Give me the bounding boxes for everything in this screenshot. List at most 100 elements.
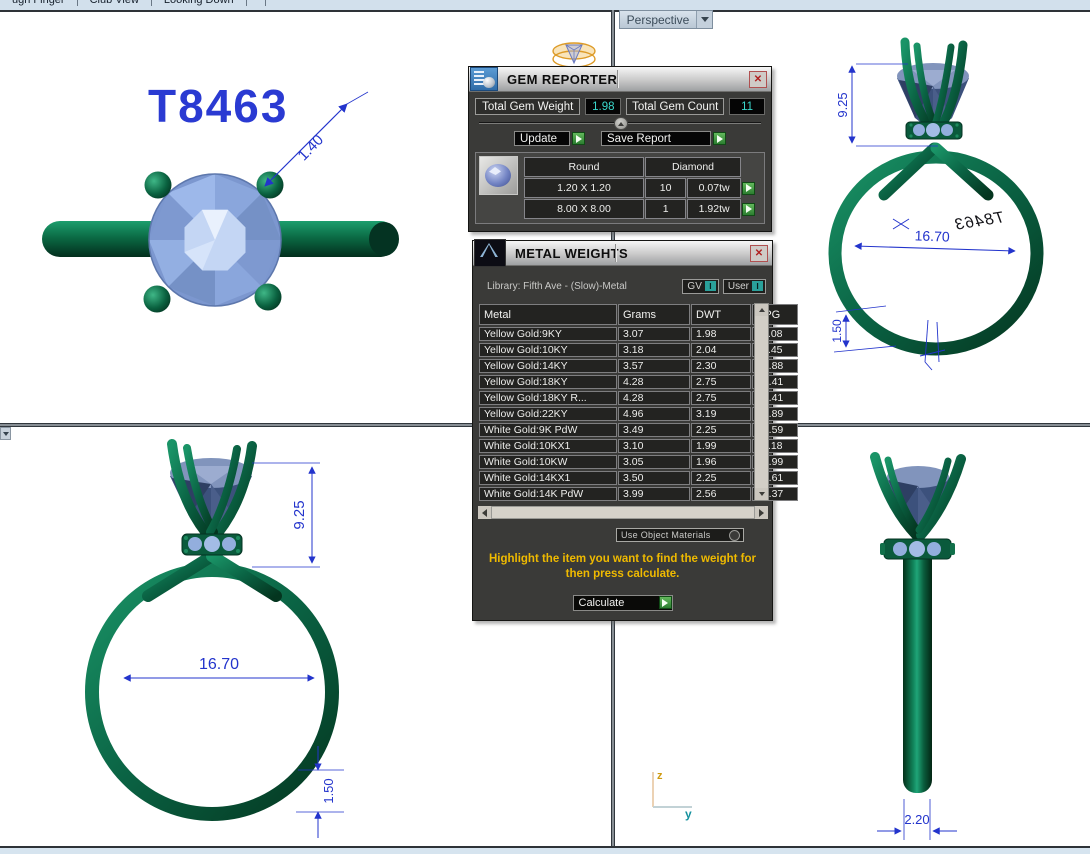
- dim-inner-diameter-value: 16.70: [199, 656, 239, 673]
- model-number-label: T8463: [148, 80, 288, 132]
- viewport-top-right[interactable]: T8463 9.25 16.70 1.50: [830, 42, 1037, 370]
- library-label: Library: Fifth Ave - (Slow)-Metal: [479, 281, 678, 292]
- library-row: Library: Fifth Ave - (Slow)-Metal GV I U…: [479, 278, 766, 294]
- collapse-button[interactable]: [614, 117, 628, 130]
- gem-reporter-icon: [470, 67, 498, 91]
- metal-row[interactable]: Yellow Gold:9KY3.071.9811.08: [479, 327, 798, 341]
- gem-row-go-button[interactable]: [742, 182, 755, 195]
- gem-row: 8.00 X 8.00 1 1.92tw: [524, 199, 755, 219]
- calculate-go-button[interactable]: [659, 596, 672, 609]
- metal-row[interactable]: White Gold:14K PdW3.992.5614.37: [479, 487, 798, 501]
- total-gem-weight-label: Total Gem Weight: [475, 98, 580, 115]
- metal-row[interactable]: White Gold:10KX13.101.9911.18: [479, 439, 798, 453]
- mini-perspective-ring: [553, 43, 595, 67]
- dim-inner-diameter-value: 16.70: [914, 227, 950, 244]
- use-object-materials-dropdown[interactable]: Use Object Materials: [616, 528, 744, 542]
- total-gem-count-value: 11: [729, 98, 765, 115]
- dim-shank-width-value: 2.20: [904, 812, 929, 827]
- metal-row[interactable]: Yellow Gold:18KY4.282.7515.41: [479, 375, 798, 389]
- save-report-go-button[interactable]: [713, 132, 726, 145]
- metal-cell: 1.98: [691, 327, 751, 341]
- metal-table-wrap: Metal Grams DWT SPG Yellow Gold:9KY3.071…: [478, 302, 768, 503]
- tab-stub[interactable]: [247, 0, 266, 6]
- scrollbar-track[interactable]: [491, 506, 755, 519]
- gem-type-header: Diamond: [645, 157, 741, 177]
- metal-row[interactable]: White Gold:10KW3.051.9610.99: [479, 455, 798, 469]
- save-report-button[interactable]: Save Report: [601, 131, 711, 146]
- user-indicator: I: [752, 281, 763, 291]
- chevron-down-icon: [701, 17, 709, 22]
- metal-cell: 3.49: [618, 423, 690, 437]
- perspective-dropdown[interactable]: Perspective: [619, 10, 713, 29]
- melee-band: [880, 539, 955, 559]
- metal-cell: 3.18: [618, 343, 690, 357]
- instruction-text: Highlight the item you want to find the …: [487, 552, 758, 582]
- metal-row[interactable]: Yellow Gold:10KY3.182.0411.45: [479, 343, 798, 357]
- tab-label: Club View: [90, 0, 139, 6]
- metal-cell: Yellow Gold:9KY: [479, 327, 617, 341]
- total-gem-count-label: Total Gem Count: [626, 98, 724, 115]
- calculate-button[interactable]: Calculate: [573, 595, 673, 611]
- metal-row[interactable]: White Gold:9K PdW3.492.2512.59: [479, 423, 798, 437]
- metal-row[interactable]: Yellow Gold:18KY R...4.282.7515.41: [479, 391, 798, 405]
- update-button[interactable]: Update: [514, 131, 570, 146]
- scroll-right-icon[interactable]: [755, 506, 768, 519]
- total-gem-weight-value: 1.98: [585, 98, 621, 115]
- scroll-up-icon[interactable]: [755, 304, 768, 316]
- play-icon: [717, 135, 723, 143]
- close-button[interactable]: ✕: [749, 71, 767, 88]
- update-go-button[interactable]: [572, 132, 585, 145]
- close-button[interactable]: ✕: [750, 245, 768, 262]
- gem-row-go-button[interactable]: [742, 203, 755, 216]
- tab-looking-down[interactable]: Looking Down: [152, 0, 247, 6]
- close-icon: ✕: [754, 74, 762, 85]
- gv-button[interactable]: GV I: [682, 279, 718, 294]
- dim-head-height-value: 9.25: [291, 500, 308, 529]
- gem-thumbnail[interactable]: [479, 156, 518, 195]
- gem-weight-cell: 0.07tw: [687, 178, 741, 198]
- metal-cell: White Gold:14KX1: [479, 471, 617, 485]
- metal-cell: White Gold:10KX1: [479, 439, 617, 453]
- panel-titlebar[interactable]: METAL WEIGHTS ✕: [473, 241, 772, 266]
- tab-club-view[interactable]: Club View: [78, 0, 152, 6]
- metal-cell: 4.28: [618, 375, 690, 389]
- v-scrollbar[interactable]: [754, 303, 769, 501]
- h-scrollbar[interactable]: [478, 506, 768, 519]
- ring-front-view: [835, 42, 1037, 349]
- metal-cell: 3.19: [691, 407, 751, 421]
- gem-buttons-row: Update Save Report: [469, 131, 771, 146]
- metal-row[interactable]: Yellow Gold:14KY3.572.3012.88: [479, 359, 798, 373]
- perspective-label: Perspective: [620, 11, 696, 28]
- ring-side-view: [875, 457, 961, 793]
- play-icon: [662, 599, 668, 607]
- metal-row[interactable]: Yellow Gold:22KY4.963.1917.89: [479, 407, 798, 421]
- play-icon: [746, 205, 752, 213]
- viewport-collapsed-tab[interactable]: [0, 427, 11, 440]
- panel-titlebar[interactable]: GEM REPORTER ✕: [469, 67, 771, 92]
- gem-shape-header: Round: [524, 157, 644, 177]
- metal-cell: 3.57: [618, 359, 690, 373]
- tab-through-finger[interactable]: ugh Finger: [0, 0, 78, 6]
- metal-cell: 3.50: [618, 471, 690, 485]
- radio-icon: [729, 530, 740, 541]
- metal-cell: White Gold:9K PdW: [479, 423, 617, 437]
- metal-cell: 4.96: [618, 407, 690, 421]
- gem-header-row: Round Diamond: [524, 157, 755, 177]
- metal-column-header: Metal: [479, 304, 617, 325]
- play-icon: [746, 184, 752, 192]
- calculate-label: Calculate: [574, 597, 659, 609]
- user-button[interactable]: User I: [723, 279, 766, 294]
- metal-table-body: Yellow Gold:9KY3.071.9811.08Yellow Gold:…: [479, 327, 798, 501]
- gem-size-cell: 1.20 X 1.20: [524, 178, 644, 198]
- gv-indicator: I: [705, 281, 716, 291]
- viewport-bottom-left[interactable]: 9.25 16.70 1.50: [92, 444, 344, 838]
- scroll-down-icon[interactable]: [755, 488, 768, 500]
- dim-head-height-value: 9.25: [835, 92, 850, 117]
- scroll-left-icon[interactable]: [478, 506, 491, 519]
- metal-cell: 1.99: [691, 439, 751, 453]
- gv-label: GV: [687, 281, 701, 292]
- save-report-label: Save Report: [607, 133, 671, 145]
- metal-row[interactable]: White Gold:14KX13.502.2512.61: [479, 471, 798, 485]
- dim-inner-diameter: 16.70: [855, 227, 1015, 251]
- perspective-dropdown-button[interactable]: [696, 11, 712, 28]
